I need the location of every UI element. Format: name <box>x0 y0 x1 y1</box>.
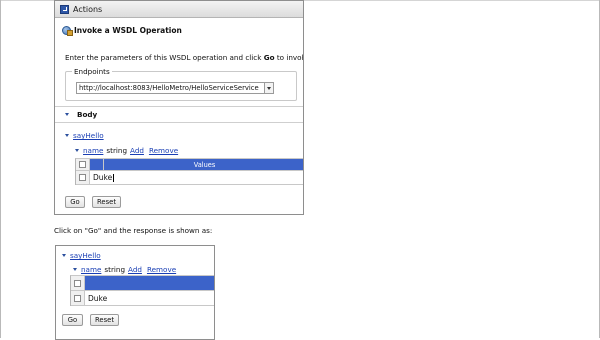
operation-row: sayHello <box>65 131 104 140</box>
value-text: Duke <box>93 173 113 182</box>
response-operation-caret-icon[interactable] <box>62 254 66 257</box>
add-link[interactable]: Add <box>130 146 144 155</box>
parameter-caret-icon[interactable] <box>75 149 79 152</box>
body-label: Body <box>77 110 98 119</box>
invoke-heading: Invoke a WSDL Operation <box>62 26 182 36</box>
response-header-row <box>71 276 214 291</box>
response-parameter-caret-icon[interactable] <box>73 268 77 271</box>
collapse-caret-icon[interactable] <box>65 113 69 116</box>
row-checkbox-cell <box>76 171 90 184</box>
remove-link[interactable]: Remove <box>149 146 178 155</box>
values-header: Values <box>104 159 303 170</box>
actions-icon <box>60 4 69 14</box>
instruction-go: Go <box>263 53 275 62</box>
response-parameter-row: name string Add Remove <box>73 265 176 274</box>
response-add-link[interactable]: Add <box>128 265 142 274</box>
chevron-down-icon[interactable] <box>264 83 273 93</box>
response-reset-button[interactable]: Reset <box>90 314 119 326</box>
operation-caret-icon[interactable] <box>65 134 69 137</box>
reset-button[interactable]: Reset <box>92 196 121 208</box>
go-button[interactable]: Go <box>65 196 85 208</box>
response-panel: sayHello name string Add Remove Duke Go … <box>55 245 215 340</box>
endpoint-selected-value: http://localhost:8083/HelloMetro/HelloSe… <box>79 84 259 92</box>
parameter-grid: Values Duke <box>75 158 303 185</box>
response-value-row: Duke <box>71 291 214 306</box>
header-blank-cell <box>90 159 104 170</box>
instruction-suffix: to invoke. <box>276 53 303 62</box>
response-row-checkbox-cell <box>71 291 85 305</box>
text-cursor <box>113 173 115 182</box>
response-row-checkbox[interactable] <box>74 294 81 302</box>
response-operation-row: sayHello <box>62 251 101 260</box>
operation-link[interactable]: sayHello <box>73 131 104 140</box>
instruction-text: Enter the parameters of this WSDL operat… <box>65 53 303 62</box>
response-operation-link[interactable]: sayHello <box>70 251 101 260</box>
body-section-header[interactable]: Body <box>55 106 303 123</box>
response-caption: Click on "Go" and the response is shown … <box>54 226 213 235</box>
response-value-text: Duke <box>88 293 108 303</box>
invoke-title: Invoke a WSDL Operation <box>74 26 182 35</box>
instruction-prefix: Enter the parameters of this WSDL operat… <box>65 53 264 62</box>
actions-header[interactable]: Actions <box>55 1 303 18</box>
response-parameter-link[interactable]: name <box>81 265 101 274</box>
response-go-button[interactable]: Go <box>62 314 83 326</box>
response-value: Duke <box>85 291 214 305</box>
response-remove-link[interactable]: Remove <box>147 265 176 274</box>
actions-title: Actions <box>73 4 103 14</box>
endpoint-select[interactable]: http://localhost:8083/HelloMetro/HelloSe… <box>76 82 274 94</box>
endpoints-legend: Endpoints <box>72 67 112 76</box>
response-grid: Duke <box>70 275 214 306</box>
page-left-border <box>0 0 1 338</box>
grid-value-row: Duke <box>76 171 303 185</box>
parameter-row: name string Add Remove <box>75 146 178 155</box>
value-input[interactable]: Duke <box>90 171 303 184</box>
parameter-type: string <box>106 146 128 155</box>
response-parameter-type: string <box>104 265 126 274</box>
response-header-bar <box>85 276 214 290</box>
wsdl-operation-icon <box>62 26 73 36</box>
invoke-panel: Actions Invoke a WSDL Operation Enter th… <box>54 0 304 215</box>
endpoints-fieldset: Endpoints http://localhost:8083/HelloMet… <box>65 67 297 101</box>
row-checkbox[interactable] <box>79 174 86 181</box>
response-header-checkbox-cell <box>71 276 85 290</box>
response-select-all-checkbox[interactable] <box>74 279 81 287</box>
grid-header-row: Values <box>76 159 303 171</box>
header-checkbox-cell <box>76 159 90 170</box>
select-all-checkbox[interactable] <box>79 161 86 168</box>
parameter-name-link[interactable]: name <box>83 146 103 155</box>
